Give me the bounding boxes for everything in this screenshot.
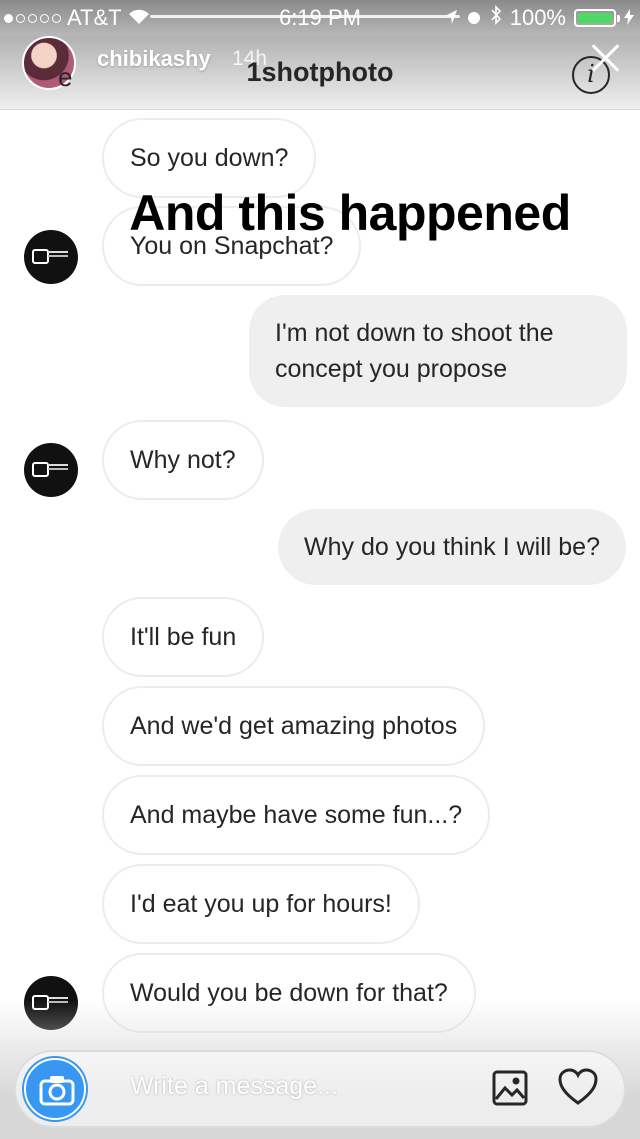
message-bubble-incoming: Why not? bbox=[102, 420, 264, 500]
message-input[interactable] bbox=[130, 1072, 490, 1101]
status-bar: AT&T 6:19 PM 100% bbox=[0, 0, 640, 36]
camera-icon bbox=[39, 1076, 75, 1106]
status-right: 100% bbox=[444, 5, 634, 31]
sender-avatar[interactable] bbox=[24, 443, 78, 497]
message-composer bbox=[14, 1050, 626, 1128]
battery-icon bbox=[574, 9, 620, 27]
close-icon[interactable] bbox=[588, 40, 624, 76]
message-bubble-incoming: And we'd get amazing photos bbox=[102, 686, 486, 766]
alarm-icon bbox=[466, 5, 482, 31]
location-icon bbox=[444, 5, 458, 31]
battery-percent: 100% bbox=[509, 5, 566, 30]
message-bubble-outgoing: I'm not down to shoot the concept you pr… bbox=[249, 295, 627, 407]
story-caption: And this happened bbox=[129, 185, 571, 241]
heart-icon[interactable] bbox=[558, 1068, 598, 1111]
thread-title: 1shotphoto bbox=[246, 57, 394, 87]
message-bubble-incoming: I'd eat you up for hours! bbox=[102, 864, 420, 944]
charging-icon bbox=[624, 5, 634, 31]
bluetooth-icon bbox=[490, 5, 502, 31]
camera-button[interactable] bbox=[24, 1058, 86, 1120]
message-bubble-outgoing: Why do you think I will be? bbox=[278, 509, 626, 585]
message-bubble-incoming: And maybe have some fun...? bbox=[102, 775, 491, 855]
gallery-icon[interactable] bbox=[492, 1070, 528, 1111]
thread-header: chibikashy 14h e 1shotphoto i bbox=[0, 36, 640, 110]
message-bubble-incoming: It'll be fun bbox=[102, 597, 265, 677]
